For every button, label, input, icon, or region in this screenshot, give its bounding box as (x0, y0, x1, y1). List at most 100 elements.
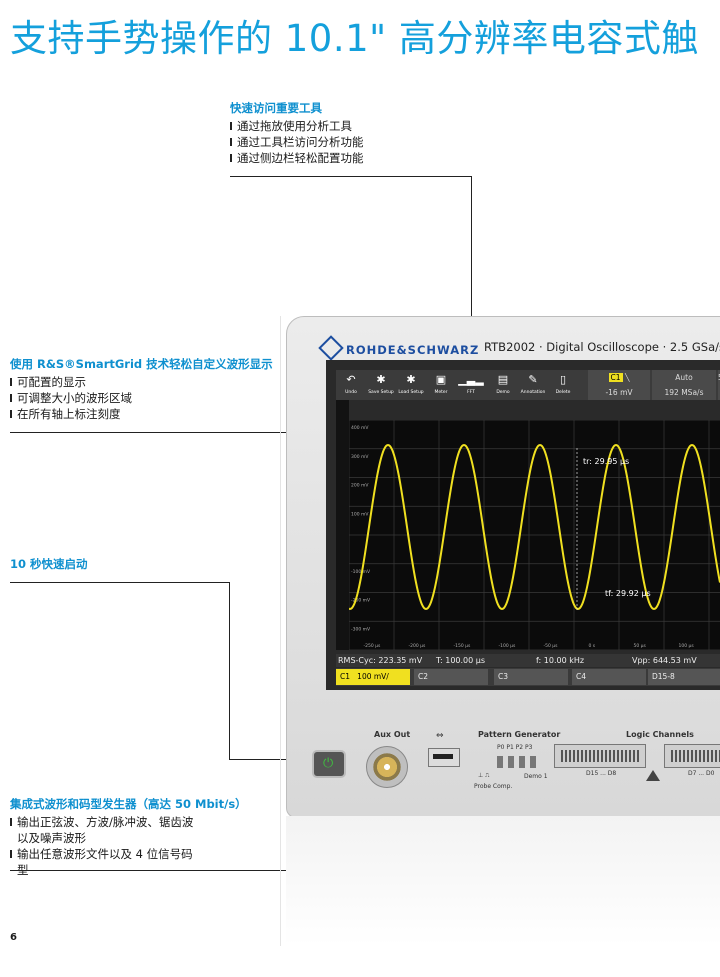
annotation-button[interactable]: ✎ Annotation (518, 370, 548, 400)
pin-p3[interactable] (530, 756, 536, 768)
aux-out-connector[interactable] (366, 746, 408, 788)
x-tick-label: -200 µs (409, 643, 427, 649)
pin-p2[interactable] (519, 756, 525, 768)
x-tick-label: 50 µs (634, 643, 647, 649)
waveform-display[interactable]: 400 mV300 mV200 mV100 mV-100 mV-200 mV-3… (349, 420, 720, 650)
channel-scale: 100 mV/ (357, 672, 389, 681)
meas-period: T: 100.00 µs (436, 656, 486, 665)
y-tick-label: 400 mV (351, 425, 369, 431)
model-label: RTB2002 · Digital Oscilloscope · 2.5 GSa… (484, 340, 720, 354)
logic-low-label: D7 ... D0 (688, 770, 715, 777)
list-item: 输出任意波形文件以及 4 位信号码型 (10, 846, 200, 878)
channel-label: C1 (340, 672, 351, 681)
x-tick-label: 100 µs (679, 643, 695, 649)
gear-icon: ✱ (376, 373, 386, 386)
button-label: Save Setup (368, 390, 394, 395)
rise-time-label: tr: 29.95 µs (583, 457, 629, 466)
channel-c3[interactable]: C3 (494, 669, 568, 685)
brand-name: ROHDE&SCHWARZ (346, 343, 480, 357)
save-setup-button[interactable]: ✱ Save Setup (366, 370, 396, 400)
callout-generator-title: 集成式波形和码型发生器（高达 50 Mbit/s） (10, 797, 247, 811)
edge-icon: ╲ (624, 373, 630, 382)
y-tick-label: 300 mV (351, 454, 369, 460)
x-tick-label: -150 µs (454, 643, 472, 649)
rs-logo-icon (318, 335, 344, 361)
load-setup-button[interactable]: ✱ Load Setup (396, 370, 426, 400)
probe-comp-label: Probe Comp. (474, 783, 513, 790)
y-tick-label: 200 mV (351, 483, 369, 489)
leader-line (10, 582, 230, 584)
callout-smartgrid: 使用 R&S®SmartGrid 技术轻松自定义波形显示 可配置的显示 可调整大… (10, 356, 273, 422)
callout-tools: 快速访问重要工具 通过拖放使用分析工具 通过工具栏访问分析功能 通过侧边栏轻松配… (230, 100, 364, 166)
list-item: 输出正弦波、方波/脉冲波、锯齿波以及噪声波形 (10, 814, 200, 846)
meter-button[interactable]: ▣ Meter (426, 370, 456, 400)
demo1-label: Demo 1 (524, 773, 548, 780)
pin-p1[interactable] (508, 756, 514, 768)
logic-connector-low[interactable] (664, 744, 720, 768)
usb-port[interactable] (428, 748, 460, 767)
trash-icon: ▯ (559, 373, 567, 386)
channel-c4[interactable]: C4 (572, 669, 646, 685)
acquisition-mode[interactable]: Auto 192 MSa/s (652, 370, 716, 400)
channel-c2[interactable]: C2 (414, 669, 488, 685)
callout-smartgrid-title: 使用 R&S®SmartGrid 技术轻松自定义波形显示 (10, 357, 273, 371)
button-label: Load Setup (398, 390, 424, 395)
logic-connector-high[interactable] (554, 744, 646, 768)
meter-icon: ▣ (435, 373, 447, 386)
callout-generator: 集成式波形和码型发生器（高达 50 Mbit/s） 输出正弦波、方波/脉冲波、锯… (10, 796, 247, 878)
probe-comp-icon: ⊥ ⎍ (478, 772, 490, 779)
leader-line (229, 582, 231, 760)
meas-frequency: f: 10.00 kHz (536, 656, 585, 665)
trigger-level[interactable]: C1 ╲ -16 mV (588, 370, 650, 400)
usb-icon: ⇔ (436, 731, 444, 741)
page-title: 支持手势操作的 10.1" 高分辨率电容式触 (10, 17, 699, 60)
pattern-generator-label: Pattern Generator (478, 730, 561, 739)
list-item: 在所有轴上标注刻度 (10, 406, 273, 422)
logic-high-label: D15 ... D8 (586, 770, 617, 777)
x-tick-label: -100 µs (499, 643, 517, 649)
list-item: 通过侧边栏轻松配置功能 (230, 150, 364, 166)
leader-line (230, 176, 472, 178)
pins-label: P0 P1 P2 P3 (497, 744, 533, 751)
fall-time-label: tf: 29.92 µs (605, 589, 651, 598)
button-label: Annotation (520, 390, 546, 395)
button-label: FFT (467, 390, 475, 395)
demo-icon: ▤ (497, 373, 509, 386)
trigger-level-value: -16 mV (605, 388, 633, 397)
channel-digital[interactable]: D15-8 (648, 669, 720, 685)
logic-channels-label: Logic Channels (626, 730, 694, 739)
list-item: 通过拖放使用分析工具 (230, 118, 364, 134)
button-label: Delete (555, 390, 571, 395)
fft-icon: ▁▃▂ (458, 373, 484, 386)
button-label: Meter (434, 390, 448, 395)
measurement-bar: RMS-Cyc: 223.35 mV T: 100.00 µs f: 10.00… (336, 654, 720, 667)
pen-icon: ✎ (528, 373, 538, 386)
list-item: 可配置的显示 (10, 374, 273, 390)
channel-c1[interactable]: C1 100 mV/ (336, 669, 410, 685)
button-label: Undo (345, 390, 357, 395)
x-tick-label: 0 s (589, 643, 596, 649)
gear-icon: ✱ (406, 373, 416, 386)
list-item: 通过工具栏访问分析功能 (230, 134, 364, 150)
y-axis (336, 400, 349, 650)
undo-icon: ↶ (346, 373, 356, 386)
meas-vpp: Vpp: 644.53 mV (632, 656, 697, 665)
trigger-source: C1 (608, 373, 623, 382)
y-tick-label: -300 mV (351, 626, 371, 632)
scope-toolbar: ↶ Undo ✱ Save Setup ✱ Load Setup ▣ Meter ▁▃▂… (336, 370, 720, 400)
channel-bar: C1 100 mV/ C2 C3 C4 D15-8 (336, 668, 720, 686)
meas-rms: RMS-Cyc: 223.35 mV (338, 656, 423, 665)
callout-startup: 10 秒快速启动 (10, 556, 88, 572)
aux-out-label: Aux Out (374, 730, 411, 739)
undo-button[interactable]: ↶ Undo (336, 370, 366, 400)
y-tick-label: 100 mV (351, 511, 369, 517)
brand-logo: ROHDE&SCHWARZ (318, 335, 480, 361)
x-tick-label: -250 µs (364, 643, 382, 649)
sample-rate: 192 MSa/s (664, 388, 704, 397)
power-button[interactable] (312, 750, 346, 778)
fft-button[interactable]: ▁▃▂ FFT (456, 370, 486, 400)
demo-button[interactable]: ▤ Demo (488, 370, 518, 400)
delete-button[interactable]: ▯ Delete (548, 370, 578, 400)
pin-p0[interactable] (497, 756, 503, 768)
callout-tools-title: 快速访问重要工具 (230, 101, 322, 115)
